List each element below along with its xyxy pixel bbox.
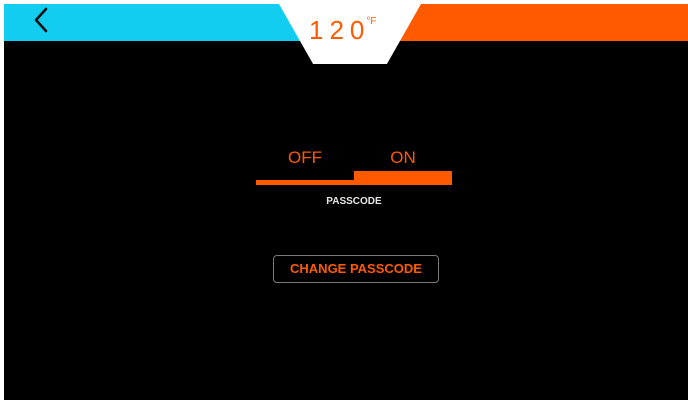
passcode-toggle[interactable]: OFF ON: [256, 144, 452, 188]
toggle-on-label[interactable]: ON: [354, 148, 452, 168]
header-right-band: [394, 4, 688, 41]
passcode-caption: PASSCODE: [326, 196, 382, 207]
temperature-readout: 120°F: [309, 14, 399, 46]
temperature-unit: °F: [366, 16, 377, 27]
toggle-track: [256, 180, 354, 185]
chevron-left-icon: [34, 7, 48, 33]
temperature-value: 120: [309, 15, 371, 45]
toggle-selected-indicator: [354, 171, 452, 185]
toggle-off-label[interactable]: OFF: [256, 148, 354, 168]
change-passcode-button[interactable]: CHANGE PASSCODE: [273, 255, 439, 283]
back-button[interactable]: [28, 6, 58, 36]
device-screen: 120°F OFF ON PASSCODE CHANGE PASSCODE: [4, 4, 688, 400]
